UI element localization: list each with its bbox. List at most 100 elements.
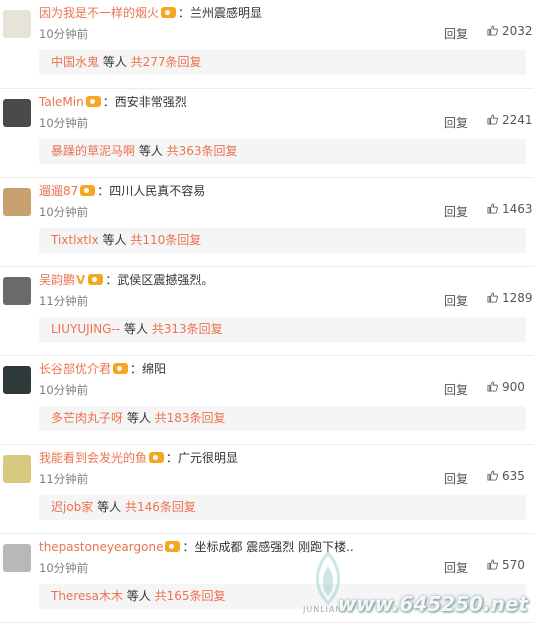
sub-reply-user[interactable]: Tixtlxtlx [51, 233, 99, 247]
comment-text: 兰州震感明显 [190, 6, 263, 20]
like-count: 1289 [502, 291, 533, 305]
comment-item: 因为我是不一样的烟火 ：兰州震感明显 10分钟前 回复 2032 中国水鬼 等人 … [0, 0, 534, 89]
comment-username[interactable]: 吴韵鹏 [39, 273, 75, 287]
avatar[interactable] [3, 99, 31, 127]
avatar[interactable] [3, 277, 31, 305]
like-count: 635 [502, 469, 525, 483]
sub-reply-mid: 等人 [122, 589, 155, 603]
comment-username[interactable]: TaleMin [39, 95, 84, 109]
comment-separator: ： [130, 362, 143, 376]
sub-reply-mid: 等人 [123, 411, 155, 425]
like-count: 2241 [502, 113, 533, 127]
like-button[interactable]: 1463 [487, 202, 533, 216]
sub-replies-summary[interactable]: LIUYUJING-- 等人 共313条回复 [39, 317, 526, 342]
like-button[interactable]: 2032 [487, 24, 533, 38]
like-button[interactable]: 1289 [487, 291, 533, 305]
avatar[interactable] [3, 188, 31, 216]
sub-reply-count[interactable]: 共363条回复 [167, 144, 238, 158]
comment-text: 武侯区震撼强烈。 [117, 273, 214, 287]
like-button[interactable]: 900 [487, 380, 525, 394]
sub-reply-user[interactable]: 中国水鬼 [51, 55, 99, 69]
thumbs-up-icon [487, 114, 498, 125]
comment-separator: ： [166, 451, 179, 465]
comment-line: 遛遛87 ：四川人民真不容易 [39, 182, 205, 200]
comment-time: 11分钟前 [39, 294, 89, 308]
avatar[interactable] [3, 544, 31, 572]
sub-reply-user[interactable]: 多芒肉丸子呀 [51, 411, 123, 425]
reply-button[interactable]: 回复 [444, 559, 468, 576]
reply-button[interactable]: 回复 [444, 114, 468, 131]
comment-item: 遛遛87 ：四川人民真不容易 10分钟前 回复 1463 Tixtlxtlx 等人… [0, 178, 534, 267]
comment-item: TaleMin ：西安非常强烈 10分钟前 回复 2241 暴躁的草泥马啊 等人 … [0, 89, 534, 178]
sub-replies-summary[interactable]: Tixtlxtlx 等人 共110条回复 [39, 228, 526, 253]
sub-reply-count[interactable]: 共165条回复 [155, 589, 226, 603]
avatar[interactable] [3, 455, 31, 483]
sub-reply-count[interactable]: 共313条回复 [152, 322, 223, 336]
sub-reply-count[interactable]: 共110条回复 [130, 233, 201, 247]
comment-separator: ： [178, 6, 191, 20]
comment-time: 10分钟前 [39, 205, 89, 219]
comment-text: 广元很明显 [178, 451, 239, 465]
sub-reply-mid: 等人 [93, 500, 125, 514]
avatar[interactable] [3, 10, 31, 38]
comment-time: 10分钟前 [39, 383, 89, 397]
thumbs-up-icon [487, 381, 498, 392]
sub-reply-mid: 等人 [135, 144, 167, 158]
comment-item: 吴韵鹏V ：武侯区震撼强烈。 11分钟前 回复 1289 LIUYUJING-- … [0, 267, 534, 356]
sub-reply-mid: 等人 [120, 322, 152, 336]
member-level-icon [88, 274, 104, 285]
member-level-icon [165, 541, 181, 552]
like-count: 2032 [502, 24, 533, 38]
member-level-icon [161, 7, 177, 18]
comment-text: 四川人民真不容易 [109, 184, 206, 198]
comment-username[interactable]: 我能看到会发光的鱼 [39, 451, 147, 465]
sub-reply-count[interactable]: 共146条回复 [125, 500, 196, 514]
sub-replies-summary[interactable]: 中国水鬼 等人 共277条回复 [39, 50, 526, 75]
comment-line: 因为我是不一样的烟火 ：兰州震感明显 [39, 4, 262, 22]
sub-reply-mid: 等人 [98, 233, 131, 247]
sub-reply-user[interactable]: Theresa木木 [51, 589, 123, 603]
comment-username[interactable]: 因为我是不一样的烟火 [39, 6, 159, 20]
member-level-icon [80, 185, 96, 196]
comment-separator: ： [105, 273, 118, 287]
sub-reply-mid: 等人 [99, 55, 131, 69]
reply-button[interactable]: 回复 [444, 381, 468, 398]
sub-reply-user[interactable]: 暴躁的草泥马啊 [51, 144, 135, 158]
comment-username[interactable]: thepastoneyeargone [39, 540, 163, 554]
comment-line: TaleMin ：西安非常强烈 [39, 93, 187, 111]
reply-button[interactable]: 回复 [444, 25, 468, 42]
sub-reply-count[interactable]: 共183条回复 [155, 411, 226, 425]
comment-text: 西安非常强烈 [114, 95, 187, 109]
comment-separator: ： [182, 540, 195, 554]
thumbs-up-icon [487, 292, 498, 303]
like-count: 900 [502, 380, 525, 394]
verified-badge: V [76, 273, 86, 287]
like-button[interactable]: 2241 [487, 113, 533, 127]
reply-button[interactable]: 回复 [444, 470, 468, 487]
thumbs-up-icon [487, 470, 498, 481]
like-button[interactable]: 570 [487, 558, 525, 572]
comment-item: 长谷部优介君 ：绵阳 10分钟前 回复 900 多芒肉丸子呀 等人 共183条回复 [0, 356, 534, 445]
thumbs-up-icon [487, 203, 498, 214]
comment-username[interactable]: 长谷部优介君 [39, 362, 111, 376]
sub-replies-summary[interactable]: 迟job家 等人 共146条回复 [39, 495, 526, 520]
sub-reply-user[interactable]: LIUYUJING-- [51, 322, 120, 336]
avatar[interactable] [3, 366, 31, 394]
like-button[interactable]: 635 [487, 469, 525, 483]
reply-button[interactable]: 回复 [444, 292, 468, 309]
comment-time: 10分钟前 [39, 27, 89, 41]
sub-replies-summary[interactable]: 多芒肉丸子呀 等人 共183条回复 [39, 406, 526, 431]
member-level-icon [149, 452, 165, 463]
sub-reply-user[interactable]: 迟job家 [51, 500, 93, 514]
sub-reply-count[interactable]: 共277条回复 [131, 55, 202, 69]
comment-line: 我能看到会发光的鱼 ：广元很明显 [39, 449, 238, 467]
comment-username[interactable]: 遛遛87 [39, 184, 78, 198]
sub-replies-summary[interactable]: 暴躁的草泥马啊 等人 共363条回复 [39, 139, 526, 164]
reply-button[interactable]: 回复 [444, 203, 468, 220]
comment-time: 10分钟前 [39, 561, 89, 575]
member-level-icon [113, 363, 129, 374]
like-count: 1463 [502, 202, 533, 216]
watermark-brand: JUNLIAN [303, 605, 343, 614]
comment-line: 长谷部优介君 ：绵阳 [39, 360, 166, 378]
member-level-icon [85, 96, 101, 107]
